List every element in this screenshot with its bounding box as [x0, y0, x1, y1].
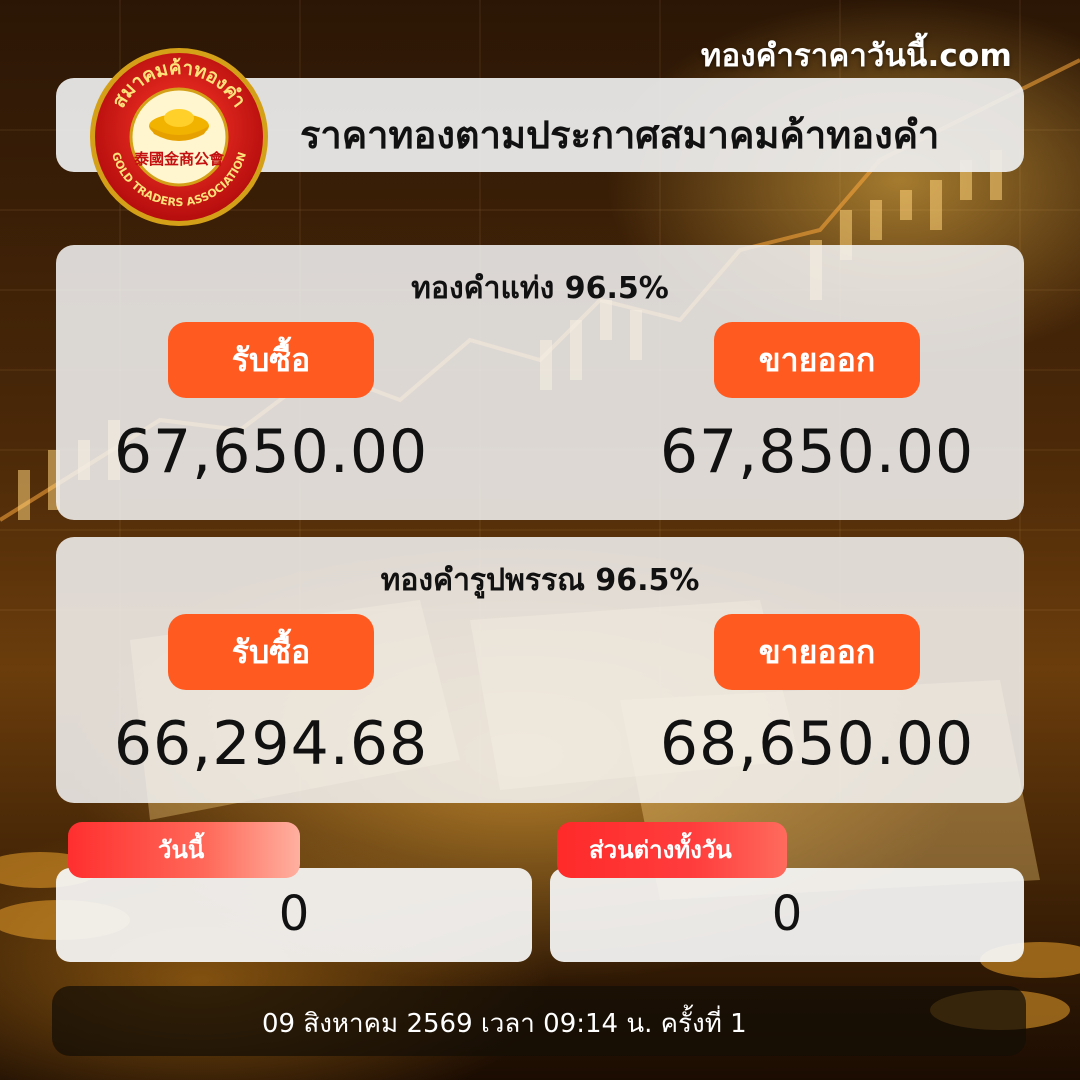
- site-name: ทองคำราคาวันนี้.com: [700, 38, 1012, 74]
- footer-bar: 09 สิงหาคม 2569 เวลา 09:14 น. ครั้งที่ 1: [52, 986, 1026, 1056]
- today-change-card: 0: [56, 868, 532, 962]
- today-change-value: 0: [278, 886, 310, 942]
- gold-bar-buy-price: 67,650.00: [113, 417, 429, 487]
- gold-ornament-sell-label: ขายออก: [714, 614, 920, 690]
- gold-ornament-buy-price: 66,294.68: [113, 709, 429, 779]
- gold-ornament-buy-label: รับซื้อ: [168, 614, 374, 690]
- gold-bar-buy-label: รับซื้อ: [168, 322, 374, 398]
- daily-diff-value: 0: [771, 886, 803, 942]
- gold-ornament-panel: ทองคำรูปพรรณ 96.5% รับซื้อ ขายออก 66,294…: [56, 537, 1024, 803]
- gold-ornament-title: ทองคำรูปพรรณ 96.5%: [380, 563, 700, 598]
- gold-ornament-sell-price: 68,650.00: [659, 709, 975, 779]
- daily-diff-card: 0: [550, 868, 1024, 962]
- announcement-datetime: 09 สิงหาคม 2569 เวลา 09:14 น. ครั้งที่ 1: [262, 1009, 747, 1039]
- svg-text:泰國金商公會: 泰國金商公會: [133, 150, 225, 168]
- gold-bar-panel: ทองคำแท่ง 96.5% รับซื้อ ขายออก 67,650.00…: [56, 245, 1024, 520]
- gold-traders-association-logo: สมาคมค้าทองคำ GOLD TRADERS ASSOCIATION 泰…: [88, 46, 270, 228]
- gold-bar-sell-price: 67,850.00: [659, 417, 975, 487]
- gold-bar-sell-label: ขายออก: [714, 322, 920, 398]
- gold-bar-title: ทองคำแท่ง 96.5%: [411, 271, 669, 306]
- daily-diff-label: ส่วนต่างทั้งวัน: [557, 822, 787, 878]
- page-title: ราคาทองตามประกาศสมาคมค้าทองคำ: [300, 113, 940, 157]
- today-change-label: วันนี้: [68, 822, 300, 878]
